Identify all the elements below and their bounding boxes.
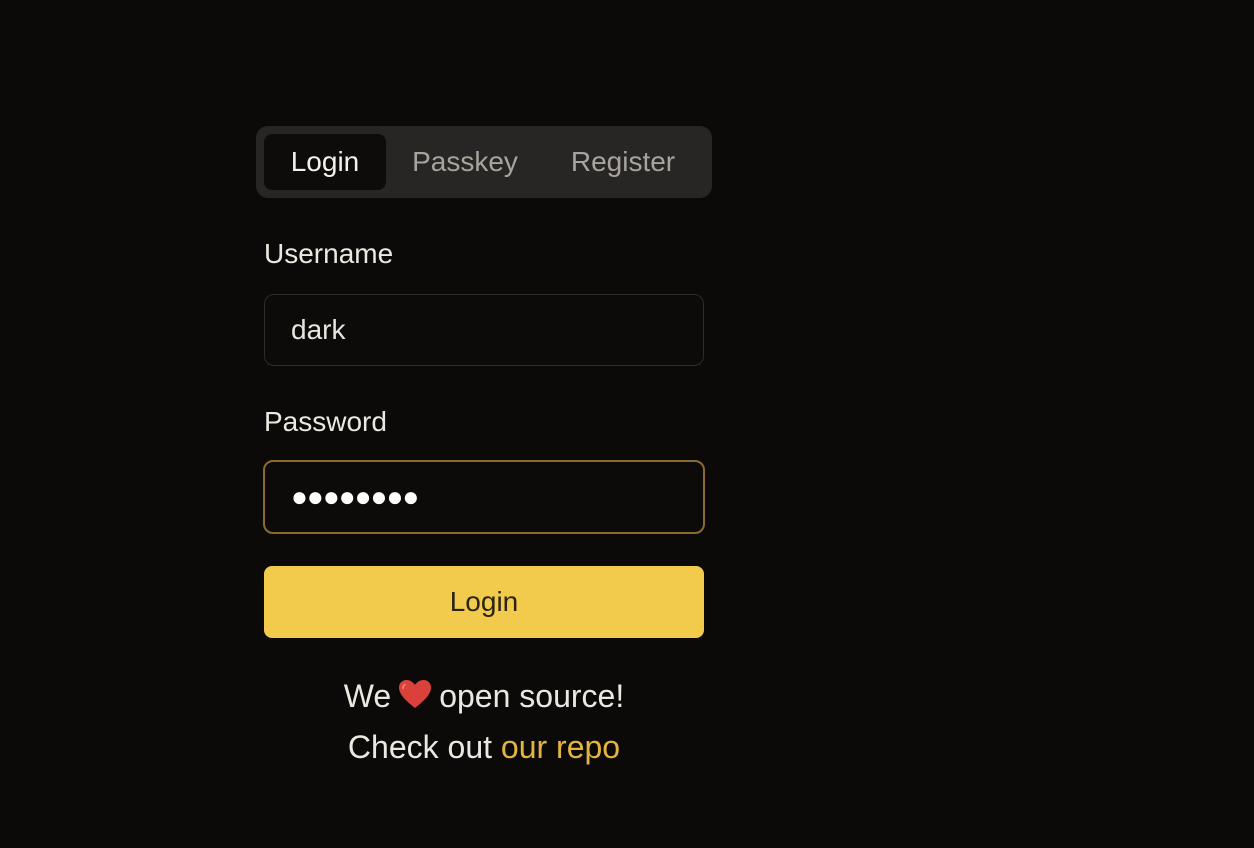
username-input[interactable]: dark [264,294,704,366]
tab-passkey[interactable]: Passkey [386,134,544,190]
heart-icon [397,675,433,723]
password-label: Password [264,406,387,437]
tab-register[interactable]: Register [544,134,702,190]
login-card: Login Passkey Register Username dark Pas… [256,126,712,765]
footer-line-1: We open source! [264,672,704,723]
username-label: Username [264,238,394,269]
auth-tabs: Login Passkey Register [256,126,712,198]
footer-open-source: open source! [439,678,625,714]
footer-we: We [343,678,392,714]
password-input[interactable]: ●●●●●●●● [263,460,705,534]
footer-line-2: Check out our repo [264,723,704,771]
login-button[interactable]: Login [264,566,704,638]
username-value: dark [291,314,346,345]
footer-text: We open source! Check out our repo [264,672,704,771]
password-masked-value: ●●●●●●●● [291,481,419,512]
tab-login[interactable]: Login [264,134,386,190]
repo-link[interactable]: our repo [501,729,620,765]
footer-check-out: Check out [347,729,492,765]
